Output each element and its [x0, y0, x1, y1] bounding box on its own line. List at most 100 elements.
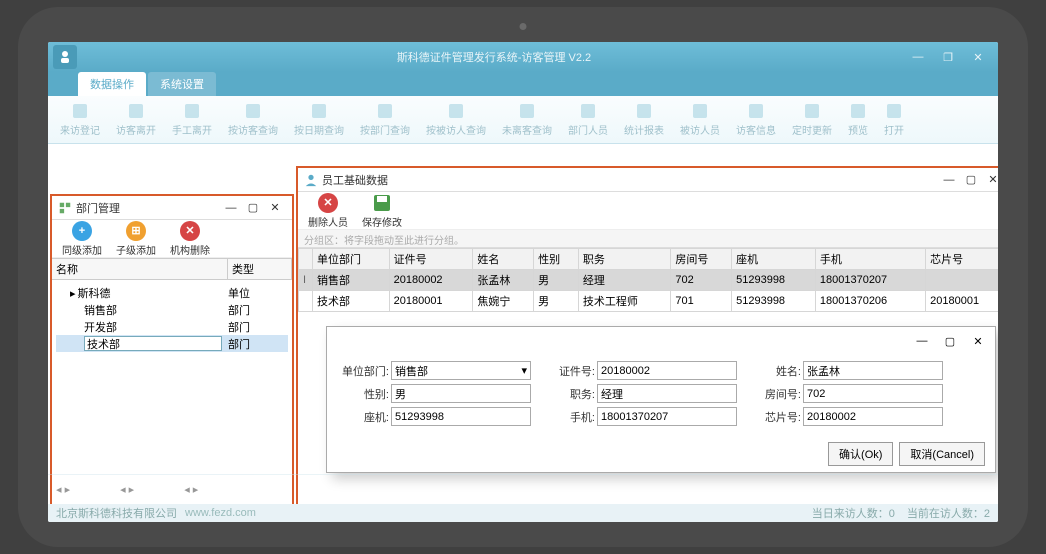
- field-id: 证件号:: [545, 361, 737, 380]
- tree-row[interactable]: 销售部部门: [56, 301, 288, 318]
- table-row[interactable]: 技术部20180001焦婉宁男技术工程师70151293998180013702…: [299, 291, 999, 312]
- grid-header[interactable]: 证件号: [389, 249, 473, 270]
- ribbon-item[interactable]: 统计报表: [618, 100, 670, 139]
- status-today-count: 当日来访人数：0: [812, 505, 895, 521]
- app-minimize[interactable]: —: [903, 45, 933, 69]
- tool-label: 机构删除: [170, 242, 210, 257]
- tree-icon: ⊞: [126, 221, 146, 241]
- department-panel: 部门管理 — ▢ ✕ +同级添加⊞子级添加✕机构删除 名称 类型 ▸斯科德单位销…: [50, 194, 294, 522]
- tab-data-ops[interactable]: 数据操作: [78, 72, 146, 96]
- tool-label: 同级添加: [62, 242, 102, 257]
- editor-close[interactable]: ✕: [965, 331, 991, 351]
- tool-label: 保存修改: [362, 214, 402, 229]
- table-row[interactable]: I销售部20180002张孟林男经理7025129399818001370207: [299, 270, 999, 291]
- grid-header[interactable]: 单位部门: [313, 249, 390, 270]
- tool-x[interactable]: ✕机构删除: [166, 220, 214, 258]
- grid-header[interactable]: 房间号: [671, 249, 732, 270]
- dept-close[interactable]: ✕: [264, 201, 286, 214]
- grid-cell: 张孟林: [473, 270, 534, 291]
- grid-header[interactable]: 手机: [815, 249, 925, 270]
- ribbon-icon: [446, 102, 466, 120]
- tree-row[interactable]: ▸斯科德单位: [56, 284, 288, 301]
- tool-plus[interactable]: +同级添加: [58, 220, 106, 258]
- dept-tree: ▸斯科德单位销售部部门开发部部门部门: [52, 280, 292, 356]
- ok-button[interactable]: 确认(Ok): [828, 442, 893, 466]
- ribbon-item[interactable]: 部门人员: [562, 100, 614, 139]
- ribbon-label: 预览: [848, 122, 868, 137]
- dept-minimize[interactable]: —: [220, 202, 242, 214]
- input-id[interactable]: [597, 361, 737, 380]
- grid-cell: 技术部: [313, 291, 390, 312]
- input-room[interactable]: [803, 384, 943, 403]
- input-gender[interactable]: [391, 384, 531, 403]
- emp-close[interactable]: ✕: [982, 173, 998, 186]
- editor-maximize[interactable]: ▢: [937, 331, 963, 351]
- grid-header[interactable]: 性别: [534, 249, 579, 270]
- grid-header[interactable]: 座机: [732, 249, 816, 270]
- tool-save[interactable]: 保存修改: [358, 192, 406, 230]
- dept-maximize[interactable]: ▢: [242, 201, 264, 214]
- emp-icon: [304, 173, 318, 187]
- input-chip[interactable]: [803, 407, 943, 426]
- ribbon-item[interactable]: 访客离开: [110, 100, 162, 139]
- tree-row[interactable]: 部门: [56, 335, 288, 352]
- ribbon-label: 部门人员: [568, 122, 608, 137]
- input-name[interactable]: [803, 361, 943, 380]
- tab-system-settings[interactable]: 系统设置: [148, 72, 216, 96]
- label-room: 房间号:: [751, 386, 801, 402]
- camera-dot: [520, 23, 527, 30]
- ribbon-icon: [517, 102, 537, 120]
- tool-tree[interactable]: ⊞子级添加: [112, 220, 160, 258]
- field-chip: 芯片号:: [751, 407, 943, 426]
- dept-icon: [58, 201, 72, 215]
- combo-dept[interactable]: 销售部▾: [391, 361, 531, 380]
- grid-header[interactable]: 职务: [578, 249, 671, 270]
- grid-cell: 20180001: [389, 291, 473, 312]
- emp-maximize[interactable]: ▢: [960, 173, 982, 186]
- expand-icon[interactable]: ▸: [70, 288, 76, 300]
- input-tel[interactable]: [391, 407, 531, 426]
- status-url: www.fezd.com: [185, 507, 256, 519]
- tree-type: 部门: [228, 336, 288, 352]
- main-tabs: 数据操作 系统设置: [48, 72, 998, 96]
- ribbon-item[interactable]: 按部门查询: [354, 100, 416, 139]
- ribbon-label: 打开: [884, 122, 904, 137]
- field-job: 职务:: [545, 384, 737, 403]
- ribbon-item[interactable]: 定时更新: [786, 100, 838, 139]
- cancel-button[interactable]: 取消(Cancel): [899, 442, 985, 466]
- grid-cell: 经理: [578, 270, 671, 291]
- ribbon-icon: [243, 102, 263, 120]
- app-title: 斯科德证件管理发行系统-访客管理 V2.2: [85, 49, 903, 65]
- ribbon-item[interactable]: 被访人员: [674, 100, 726, 139]
- input-mobile[interactable]: [597, 407, 737, 426]
- grid-cell: 焦婉宁: [473, 291, 534, 312]
- ribbon-item[interactable]: 预览: [842, 100, 874, 139]
- dept-tree-header: 名称 类型: [52, 258, 292, 280]
- tool-x[interactable]: ✕删除人员: [304, 192, 352, 230]
- app-maximize[interactable]: ❐: [933, 45, 963, 69]
- ribbon-item[interactable]: 按访客查询: [222, 100, 284, 139]
- app-close[interactable]: ✕: [963, 45, 993, 69]
- tool-label: 删除人员: [308, 214, 348, 229]
- label-job: 职务:: [545, 386, 595, 402]
- tree-row[interactable]: 开发部部门: [56, 318, 288, 335]
- input-job[interactable]: [597, 384, 737, 403]
- group-area[interactable]: 分组区：将字段拖动至此进行分组。: [298, 230, 998, 248]
- row-marker: I: [299, 270, 313, 291]
- emp-minimize[interactable]: —: [938, 174, 960, 186]
- tree-edit-input[interactable]: [84, 336, 222, 351]
- tablet-frame: 斯科德证件管理发行系统-访客管理 V2.2 — ❐ ✕ 数据操作 系统设置 来访…: [18, 7, 1028, 547]
- ribbon-item[interactable]: 按被访人查询: [420, 100, 492, 139]
- ribbon-item[interactable]: 访客信息: [730, 100, 782, 139]
- ribbon-item[interactable]: 打开: [878, 100, 910, 139]
- ribbon-item[interactable]: 手工离开: [166, 100, 218, 139]
- ribbon-item[interactable]: 未离客查询: [496, 100, 558, 139]
- ribbon-item[interactable]: 来访登记: [54, 100, 106, 139]
- editor-minimize[interactable]: —: [909, 331, 935, 351]
- grid-cell: 男: [534, 270, 579, 291]
- ribbon-item[interactable]: 按日期查询: [288, 100, 350, 139]
- grid-header[interactable]: 芯片号: [926, 249, 998, 270]
- grid-header[interactable]: 姓名: [473, 249, 534, 270]
- ribbon-label: 访客离开: [116, 122, 156, 137]
- ribbon-label: 来访登记: [60, 122, 100, 137]
